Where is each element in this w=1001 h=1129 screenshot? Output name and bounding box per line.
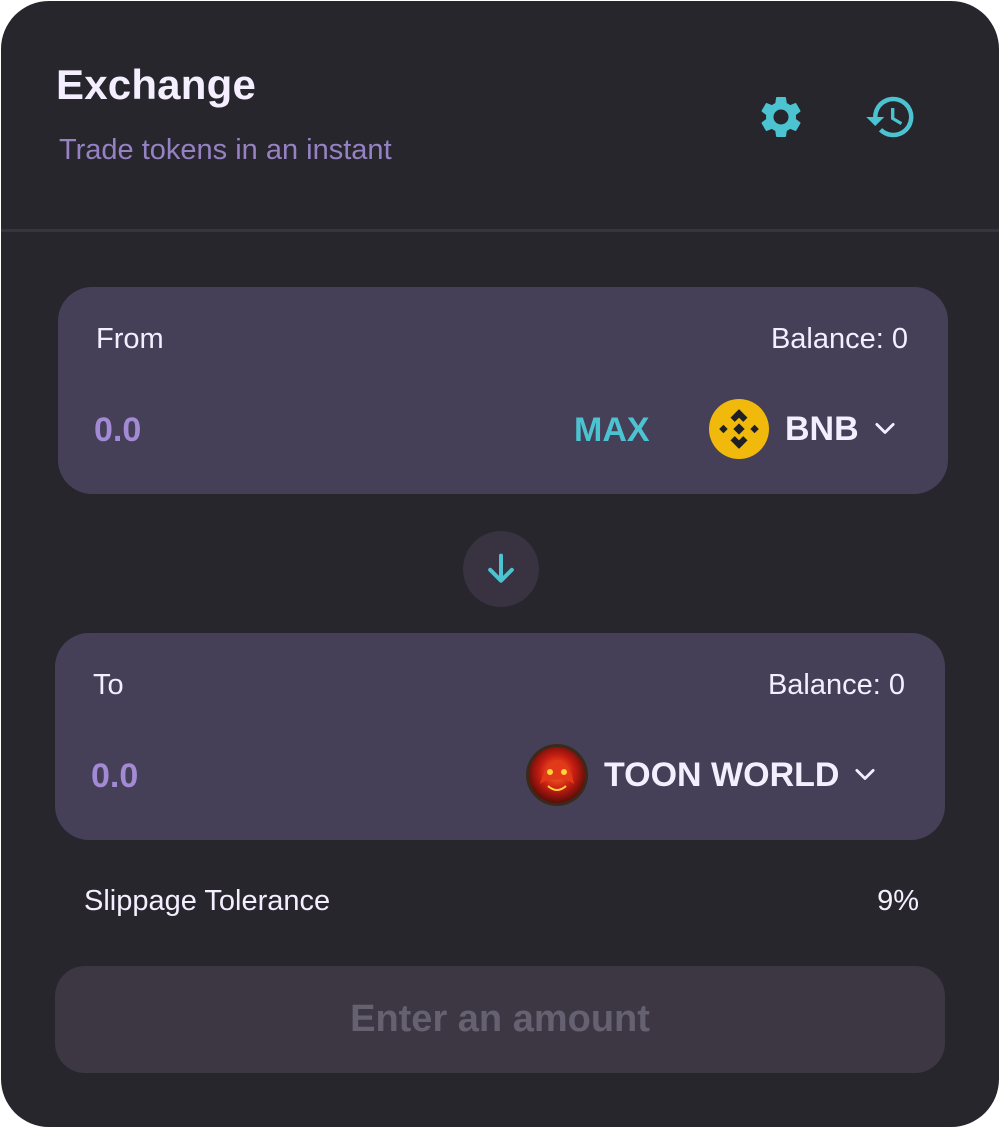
history-button[interactable]: [863, 89, 919, 145]
enter-amount-button[interactable]: Enter an amount: [55, 966, 945, 1073]
settings-button[interactable]: [753, 89, 809, 145]
gear-icon: [761, 96, 801, 137]
from-token-select[interactable]: BNB: [709, 399, 899, 459]
history-icon: [866, 96, 914, 138]
exchange-header: Exchange Trade tokens in an instant: [1, 1, 999, 229]
to-amount-input[interactable]: [91, 751, 391, 801]
header-divider: [1, 229, 999, 232]
to-label: To: [93, 669, 124, 701]
from-balance: Balance: 0: [770, 323, 908, 355]
bnb-logo-icon: [709, 399, 769, 459]
arrow-down-icon: [488, 553, 514, 583]
from-amount-input[interactable]: [94, 405, 394, 455]
chevron-down-icon: [875, 422, 895, 434]
exchange-card: Exchange Trade tokens in an instant From…: [1, 1, 999, 1127]
toon-world-logo-icon: [526, 744, 588, 806]
page-title: Exchange: [56, 61, 257, 108]
switch-tokens-button[interactable]: [463, 531, 539, 607]
chevron-down-icon: [855, 768, 876, 780]
max-button[interactable]: MAX: [574, 411, 650, 450]
to-panel: To Balance: 0 TOON WORLD: [55, 633, 945, 840]
page-subtitle: Trade tokens in an instant: [59, 134, 392, 166]
to-token-symbol: TOON WORLD: [604, 755, 840, 794]
to-balance: Balance: 0: [767, 669, 905, 701]
from-label: From: [96, 323, 164, 355]
from-panel: From Balance: 0 MAX BNB: [58, 287, 948, 494]
to-token-select[interactable]: TOON WORLD: [526, 744, 879, 806]
slippage-value: 9%: [877, 885, 919, 917]
slippage-label: Slippage Tolerance: [84, 885, 331, 917]
from-token-symbol: BNB: [785, 409, 859, 448]
